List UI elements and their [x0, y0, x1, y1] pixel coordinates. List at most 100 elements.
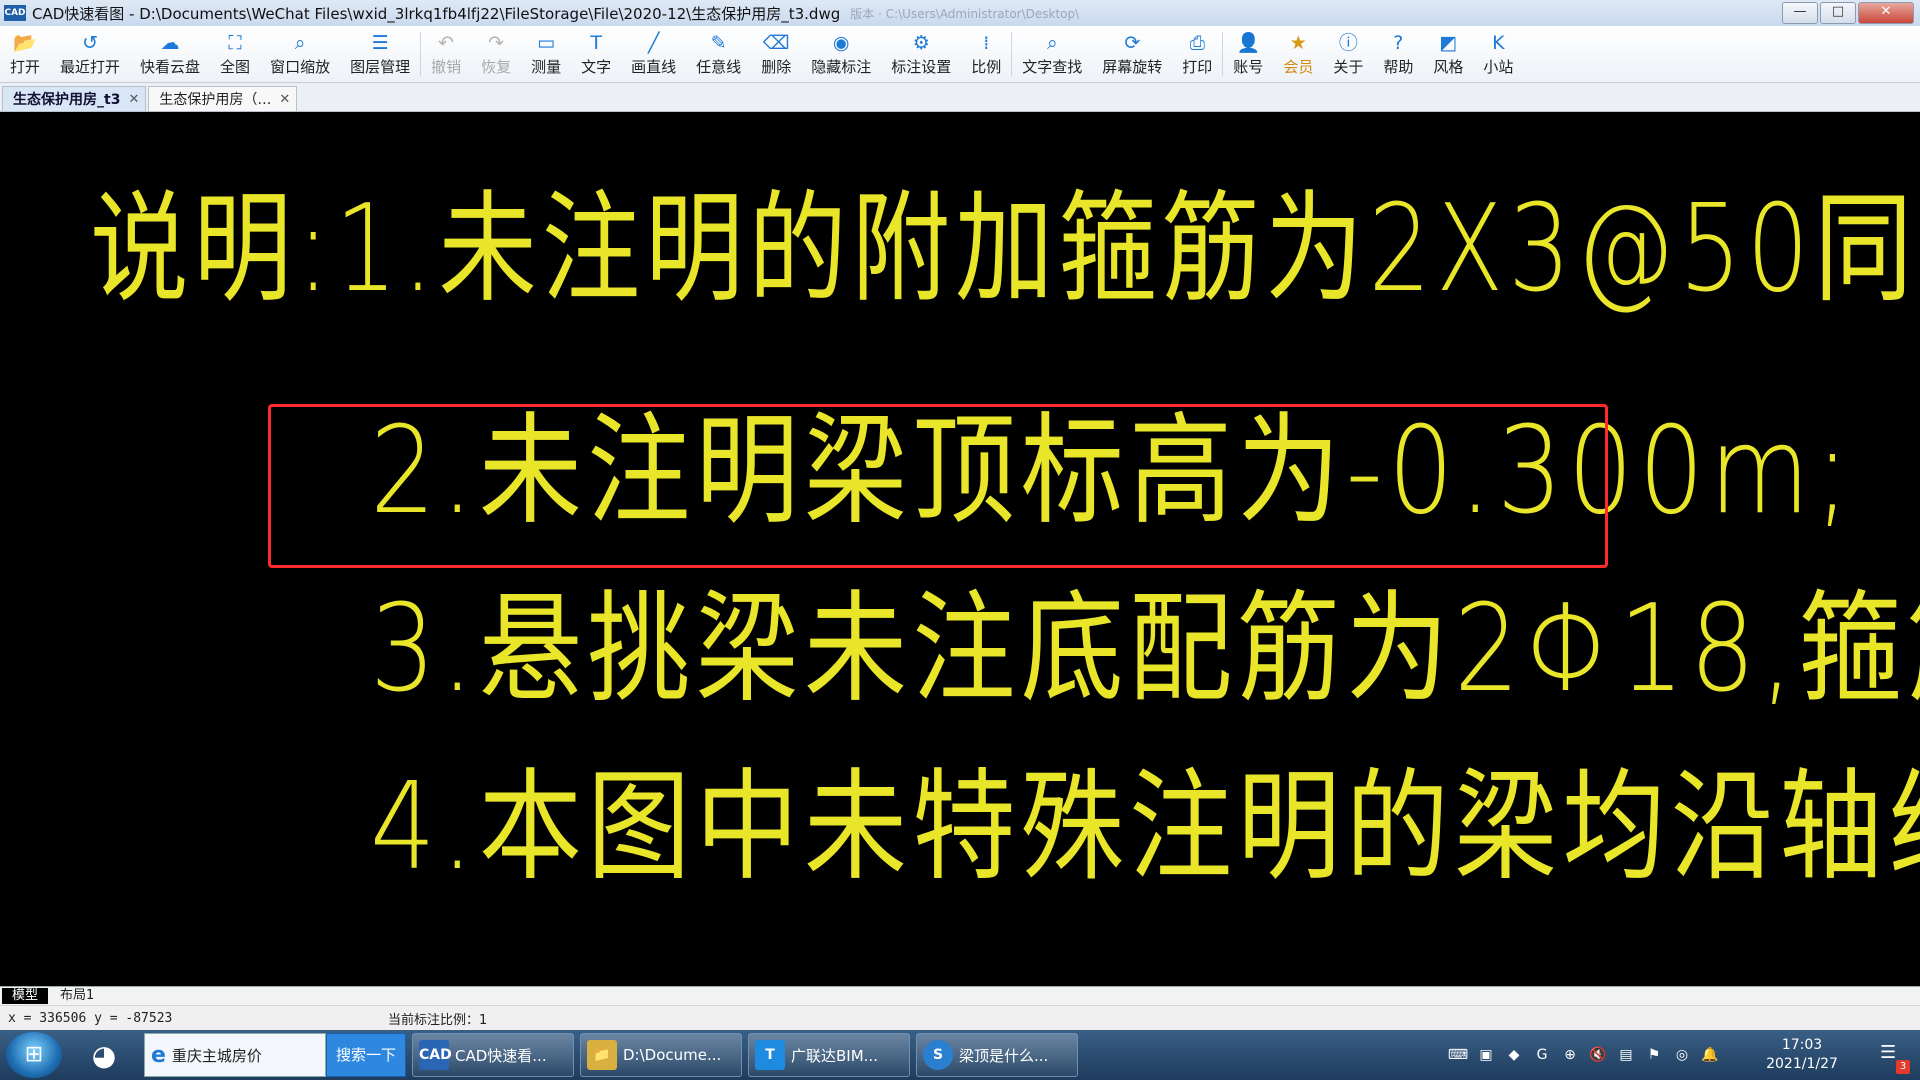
- drawing-note-line-1: 说明:1.未注明的附加箍筋为2X3@50同梁箍筋,: [90, 180, 1920, 319]
- task-explorer[interactable]: 📁 D:\Docume...: [580, 1033, 742, 1077]
- bell-icon[interactable]: 🔔: [1699, 1044, 1721, 1066]
- tray-plus-icon[interactable]: ⊕: [1559, 1044, 1581, 1066]
- browser-search-box[interactable]: e 重庆主城房价: [144, 1033, 326, 1077]
- eraser-icon: ⌫: [762, 31, 790, 54]
- system-tray: ⌨ ▣ ◆ G ⊕ 🔇 ▤ ⚑ ◎ 🔔: [1444, 1030, 1724, 1080]
- close-tab-icon[interactable]: ✕: [279, 92, 290, 107]
- help-button[interactable]: ? 帮助: [1373, 26, 1423, 82]
- rotate-icon: ⟳: [1124, 31, 1141, 54]
- tab-model[interactable]: 模型: [2, 988, 49, 1004]
- tray-shield-icon[interactable]: ◆: [1503, 1044, 1525, 1066]
- text-find-button[interactable]: ⌕ 文字查找: [1012, 26, 1092, 82]
- tab-document-1[interactable]: 生态保护用房_t3 ✕: [2, 86, 147, 111]
- tab-document-1-label: 生态保护用房_t3: [13, 92, 121, 108]
- document-tab-bar: 生态保护用房_t3 ✕ 生态保护用房（… ✕: [0, 83, 1920, 112]
- style-button[interactable]: ◩ 风格: [1423, 26, 1473, 82]
- start-button[interactable]: ⊞: [6, 1032, 62, 1078]
- delete-button[interactable]: ⌫ 删除: [751, 26, 801, 82]
- account-label: 账号: [1233, 57, 1264, 76]
- tray-browser-icon[interactable]: G: [1531, 1044, 1553, 1066]
- close-button[interactable]: ✕: [1858, 2, 1914, 24]
- redo-button[interactable]: ↷ 恢复: [471, 26, 521, 82]
- scale-label: 比例: [971, 57, 1002, 76]
- info-icon: ⓘ: [1338, 31, 1358, 54]
- zoom-window-icon: ⌕: [294, 31, 306, 54]
- full-view-button[interactable]: ⛶ 全图: [210, 26, 260, 82]
- flag-icon[interactable]: ⚑: [1643, 1044, 1665, 1066]
- volume-muted-icon[interactable]: 🔇: [1587, 1044, 1609, 1066]
- annot-settings-button[interactable]: ⚙ 标注设置: [881, 26, 961, 82]
- ie-icon: e: [151, 1042, 166, 1068]
- full-view-label: 全图: [220, 57, 251, 76]
- network-icon[interactable]: ▤: [1615, 1044, 1637, 1066]
- redo-label: 恢复: [481, 57, 512, 76]
- cloud-button[interactable]: ☁ 快看云盘: [130, 26, 210, 82]
- layout-tab-bar: 模型 布局1: [0, 986, 1920, 1005]
- window-title-extra: 版本 · C:\Users\Administrator\Desktop\: [850, 6, 1080, 21]
- annot-settings-label: 标注设置: [891, 57, 952, 76]
- keyboard-icon[interactable]: ⌨: [1447, 1044, 1469, 1066]
- vip-label: 会员: [1283, 57, 1314, 76]
- about-button[interactable]: ⓘ 关于: [1323, 26, 1373, 82]
- recent-button[interactable]: ↺ 最近打开: [50, 26, 130, 82]
- hide-annot-label: 隐藏标注: [811, 57, 872, 76]
- measure-button[interactable]: ▭ 测量: [521, 26, 571, 82]
- eye-icon: ◉: [832, 31, 850, 54]
- free-line-button[interactable]: ✎ 任意线: [686, 26, 751, 82]
- wechat-icon[interactable]: ◎: [1671, 1044, 1693, 1066]
- window-zoom-label: 窗口缩放: [270, 57, 331, 76]
- drawing-note-line-4: 4.本图中未特殊注明的梁均沿轴线居中布置;: [370, 758, 1920, 897]
- pinned-app-icon[interactable]: ◕: [76, 1032, 132, 1078]
- annotation-scale: 当前标注比例：1: [388, 1012, 488, 1028]
- windows-taskbar: ⊞ ◕ e 重庆主城房价 搜索一下 CAD CAD快速看... 📁 D:\Doc…: [0, 1030, 1920, 1080]
- print-button[interactable]: ⎙ 打印: [1172, 26, 1222, 82]
- vip-button[interactable]: ★ 会员: [1273, 26, 1323, 82]
- draw-line-button[interactable]: ╱ 画直线: [621, 26, 686, 82]
- delete-label: 删除: [761, 57, 792, 76]
- maximize-button[interactable]: □: [1820, 2, 1856, 24]
- about-label: 关于: [1333, 57, 1364, 76]
- cloud-label: 快看云盘: [140, 57, 201, 76]
- tray-app-icon[interactable]: ▣: [1475, 1044, 1497, 1066]
- text-icon: T: [590, 31, 602, 54]
- style-icon: ◩: [1439, 31, 1458, 54]
- tab-layout1[interactable]: 布局1: [50, 988, 104, 1004]
- text-button[interactable]: T 文字: [571, 26, 621, 82]
- clock[interactable]: 17:03 2021/1/27: [1742, 1036, 1862, 1074]
- task-glodon[interactable]: T 广联达BIM...: [748, 1033, 910, 1077]
- search-button[interactable]: 搜索一下: [326, 1033, 406, 1077]
- open-button[interactable]: 📂 打开: [0, 26, 50, 82]
- station-k-icon: K: [1492, 31, 1505, 54]
- account-button[interactable]: 👤 账号: [1223, 26, 1273, 82]
- screen-rotate-label: 屏幕旋转: [1102, 57, 1163, 76]
- undo-button[interactable]: ↶ 撤销: [421, 26, 471, 82]
- recent-label: 最近打开: [60, 57, 121, 76]
- print-label: 打印: [1182, 57, 1213, 76]
- drawing-canvas[interactable]: 说明:1.未注明的附加箍筋为2X3@50同梁箍筋, 2.未注明梁顶标高为-0.3…: [0, 112, 1920, 986]
- notification-center-icon[interactable]: ☰ 3: [1880, 1042, 1910, 1074]
- layer-mgmt-button[interactable]: ☰ 图层管理: [340, 26, 420, 82]
- ruler-icon: ▭: [537, 31, 556, 54]
- task-cad[interactable]: CAD CAD快速看...: [412, 1033, 574, 1077]
- screen-rotate-button[interactable]: ⟳ 屏幕旋转: [1092, 26, 1172, 82]
- minimize-button[interactable]: —: [1782, 2, 1818, 24]
- line-icon: ╱: [647, 31, 660, 54]
- user-icon: 👤: [1236, 31, 1261, 54]
- cloud-icon: ☁: [160, 31, 180, 54]
- hide-annot-button[interactable]: ◉ 隐藏标注: [801, 26, 881, 82]
- folder-open-icon: 📂: [13, 31, 37, 54]
- station-button[interactable]: K 小站: [1473, 26, 1523, 82]
- tab-document-2[interactable]: 生态保护用房（… ✕: [148, 86, 298, 111]
- close-tab-icon[interactable]: ✕: [128, 92, 139, 107]
- scale-button[interactable]: ⁞ 比例: [961, 26, 1011, 82]
- glodon-app-icon: T: [755, 1040, 785, 1070]
- undo-icon: ↶: [438, 31, 455, 54]
- notification-badge: 3: [1896, 1060, 1910, 1074]
- task-search-browser[interactable]: S 梁顶是什么...: [916, 1033, 1078, 1077]
- window-zoom-button[interactable]: ⌕ 窗口缩放: [260, 26, 340, 82]
- station-label: 小站: [1483, 57, 1514, 76]
- text-find-label: 文字查找: [1022, 57, 1083, 76]
- layers-icon: ☰: [371, 31, 389, 54]
- free-line-label: 任意线: [696, 57, 742, 76]
- task-explorer-label: D:\Docume...: [623, 1046, 722, 1064]
